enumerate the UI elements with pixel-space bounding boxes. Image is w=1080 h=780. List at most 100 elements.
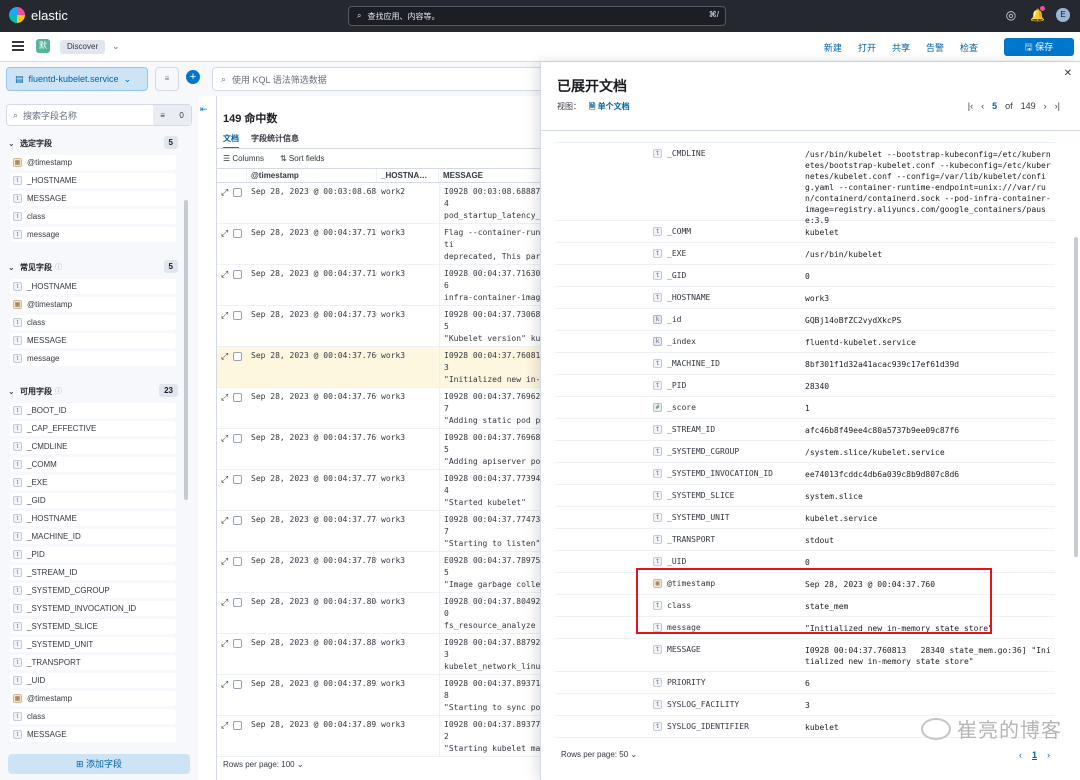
table-row[interactable]: ⤢ Sep 28, 2023 @ 00:04:37.730 work3 I0928 0… [217,306,541,347]
expand-icon[interactable]: ⤢ [221,720,228,731]
field-section-popular[interactable]: ⌄ 常见字段 ⓘ 5 [8,260,178,274]
field-item[interactable]: t MESSAGE [10,727,176,742]
field-item[interactable]: ▦ @timestamp [10,297,176,312]
field-item[interactable]: t MESSAGE [10,333,176,348]
table-row[interactable]: ⤢ Sep 28, 2023 @ 00:03:08.688 work2 I0928 0… [217,183,541,224]
expand-icon[interactable]: ⤢ [221,187,228,198]
table-row[interactable]: ⤢ Sep 28, 2023 @ 00:04:37.893 work3 I0928 0… [217,716,541,757]
expand-icon[interactable]: ⤢ [221,228,228,239]
row-checkbox[interactable] [233,229,243,238]
expand-icon[interactable]: ⤢ [221,392,228,403]
help-icon[interactable]: ⓘ [55,262,62,272]
table-row[interactable]: ⤢ Sep 28, 2023 @ 00:04:37.774 work3 I0928 0… [217,511,541,552]
space-badge[interactable]: 默 [36,39,50,53]
field-item[interactable]: t _PID [10,547,176,562]
table-row[interactable]: ⤢ Sep 28, 2023 @ 00:04:37.716 work3 I0928 0… [217,265,541,306]
row-checkbox[interactable] [233,188,243,197]
field-item[interactable]: t _BOOT_ID [10,403,176,418]
field-filter-button[interactable]: ≡ 0 [153,105,191,125]
sidebar-scrollbar[interactable] [184,200,188,500]
avatar[interactable]: E [1056,8,1070,22]
flyout-scrollbar[interactable] [1074,237,1078,557]
elastic-logo[interactable]: elastic [9,7,68,23]
field-item[interactable]: t class [10,315,176,330]
close-icon[interactable]: ✕ [1064,68,1072,79]
share-link[interactable]: 共享 [892,41,910,54]
expand-icon[interactable]: ⤢ [221,597,228,608]
expand-icon[interactable]: ⤢ [221,679,228,690]
chevron-down-icon[interactable]: ⌄ [112,41,120,52]
help-icon[interactable]: ◎ [1004,8,1018,22]
field-item[interactable]: t class [10,709,176,724]
first-page-icon[interactable]: |‹ [968,101,973,111]
next-page-icon[interactable]: › [1044,101,1047,111]
kql-search-input[interactable]: ⌕ 使用 KQL 语法筛选数据 [212,67,552,91]
page-link[interactable]: 1 [1032,750,1037,760]
field-item[interactable]: t _HOSTNAME [10,279,176,294]
next-page-icon[interactable]: › [1047,750,1050,760]
field-item[interactable]: t _STREAM_ID [10,565,176,580]
prev-page-icon[interactable]: ‹ [981,101,984,111]
row-checkbox[interactable] [233,721,243,730]
index-pattern-selector[interactable]: ▤ fluentd-kubelet.service ⌄ [6,67,148,91]
row-checkbox[interactable] [233,598,243,607]
field-item[interactable]: t _HOSTNAME [10,511,176,526]
filter-menu-button[interactable]: ≡ [155,67,179,91]
field-item[interactable]: t _CAP_EFFECTIVE [10,421,176,436]
notifications-icon[interactable]: 🔔 [1030,6,1045,22]
expand-icon[interactable]: ⤢ [221,474,228,485]
row-checkbox[interactable] [233,311,243,320]
row-checkbox[interactable] [233,270,243,279]
table-row[interactable]: ⤢ Sep 28, 2023 @ 00:04:37.789 work3 E0928 0… [217,552,541,593]
expand-icon[interactable]: ⤢ [221,638,228,649]
prev-page-icon[interactable]: ‹ [1019,750,1022,760]
field-item[interactable]: t _SYSTEMD_SLICE [10,619,176,634]
expand-icon[interactable]: ⤢ [221,556,228,567]
field-item[interactable]: t message [10,351,176,366]
row-checkbox[interactable] [233,434,243,443]
expand-icon[interactable]: ⤢ [221,269,228,280]
row-checkbox[interactable] [233,557,243,566]
field-item[interactable]: t _HOSTNAME [10,173,176,188]
row-checkbox[interactable] [233,639,243,648]
table-row[interactable]: ⤢ Sep 28, 2023 @ 00:04:37.717 work3 Flag --… [217,224,541,265]
field-item[interactable]: t _TRANSPORT [10,655,176,670]
rows-per-page-selector[interactable]: Rows per page: 100 ⌄ [223,760,304,769]
help-icon[interactable]: ⓘ [55,386,62,396]
breadcrumb[interactable]: Discover [60,40,106,54]
table-row[interactable]: ⤢ Sep 28, 2023 @ 00:04:37.760 work3 I0928 0… [217,347,541,388]
field-item[interactable]: t _SYSTEMD_UNIT [10,637,176,652]
field-section-available[interactable]: ⌄ 可用字段 ⓘ 23 [8,384,178,398]
global-search-input[interactable]: ⌕ 查找应用、内容等。 ⌘/ [348,6,726,26]
field-item[interactable]: ▦ @timestamp [10,155,176,170]
field-item[interactable]: t _EXE [10,475,176,490]
open-link[interactable]: 打开 [858,41,876,54]
column-header-hostname[interactable]: _HOSTNA… [377,169,439,182]
table-row[interactable]: ⤢ Sep 28, 2023 @ 00:04:37.769 work3 I0928 0… [217,388,541,429]
field-search-input[interactable]: ⌕ 搜索字段名称 ≡ 0 [6,104,192,126]
sort-fields-button[interactable]: ⇅ Sort fields [280,154,325,163]
expand-icon[interactable]: ⤢ [221,310,228,321]
field-section-selected[interactable]: ⌄ 选定字段 5 [8,136,178,150]
inspect-link[interactable]: 检查 [960,41,978,54]
column-header-message[interactable]: MESSAGE [439,169,541,182]
collapse-sidebar-icon[interactable]: ⇤ [200,104,208,115]
row-checkbox[interactable] [233,352,243,361]
tab-field-statistics[interactable]: 字段统计信息 [251,133,299,149]
single-document-link[interactable]: 🗎 单个文档 [589,101,630,115]
table-row[interactable]: ⤢ Sep 28, 2023 @ 00:04:37.804 work3 I0928 0… [217,593,541,634]
field-item[interactable]: t _COMM [10,457,176,472]
new-link[interactable]: 新建 [824,41,842,54]
table-row[interactable]: ⤢ Sep 28, 2023 @ 00:04:37.769 work3 I0928 0… [217,429,541,470]
column-header-timestamp[interactable]: @timestamp [247,169,377,182]
expand-icon[interactable]: ⤢ [221,351,228,362]
field-item[interactable]: t _SYSTEMD_INVOCATION_ID [10,601,176,616]
field-item[interactable]: t _GID [10,493,176,508]
row-checkbox[interactable] [233,680,243,689]
save-button[interactable]: 🖫 保存 [1004,38,1074,56]
table-row[interactable]: ⤢ Sep 28, 2023 @ 00:04:37.773 work3 I0928 0… [217,470,541,511]
flyout-rows-per-page-selector[interactable]: Rows per page: 50 ⌄ [561,750,637,759]
alerts-link[interactable]: 告警 [926,41,944,54]
row-checkbox[interactable] [233,516,243,525]
field-item[interactable]: t class [10,209,176,224]
